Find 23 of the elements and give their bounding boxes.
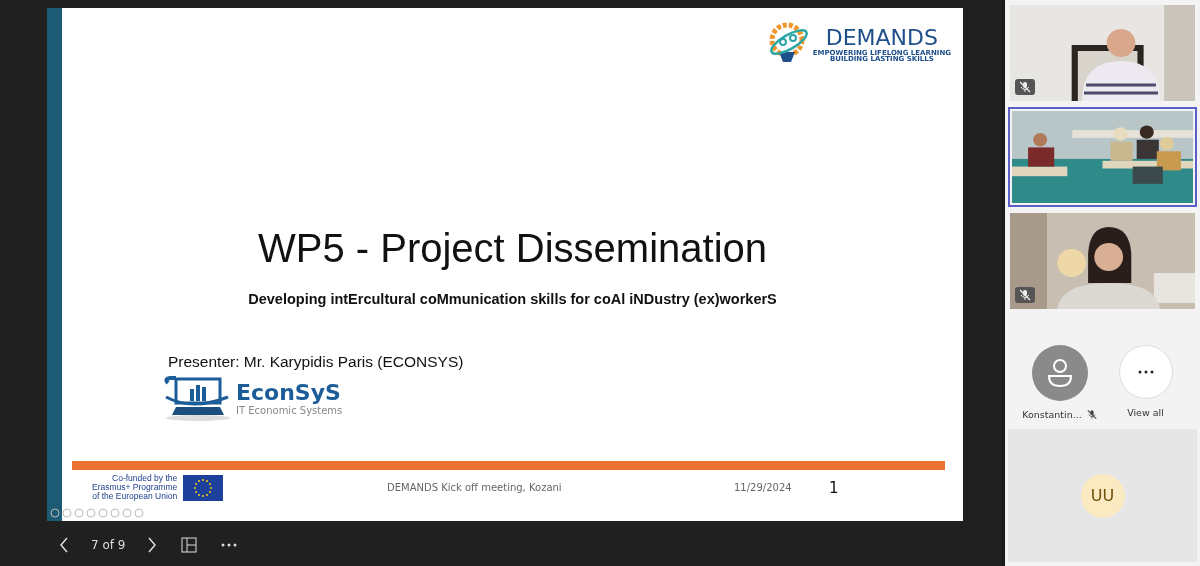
partner-logo-tagline: IT Economic Systems [236, 404, 343, 416]
participant-name: View all [1127, 407, 1164, 418]
muted-mic-icon [1015, 79, 1035, 95]
logo-name: DEMANDS [825, 26, 938, 50]
previous-slide-button[interactable] [57, 535, 71, 555]
funding-note: Co-funded by the Erasmus+ Programme of the European Union [92, 474, 178, 501]
slide-number: 1 [829, 478, 839, 497]
partner-logo-name: EconSyS [236, 380, 342, 405]
slide-date: 11/29/2024 [734, 482, 793, 493]
initials-avatar: UU [1080, 473, 1125, 518]
ellipsis-icon [1137, 370, 1154, 374]
slide-title: WP5 - Project Dissemination [256, 226, 768, 271]
participant-name: Konstantin... [1022, 409, 1082, 420]
presenter-text: Presenter: Mr. Karypidis Paris (ECONSYS) [168, 353, 464, 371]
person-icon [1046, 358, 1073, 388]
muted-mic-icon [1086, 409, 1097, 420]
grid-view-button[interactable] [179, 535, 200, 555]
monitor-icon [162, 375, 232, 421]
eu-flag-icon [183, 474, 224, 501]
slide-subtitle: Developing intErcultural coMmunication skills for coAl iNDustry (ex)workerS [247, 291, 778, 307]
footer-text: DEMANDS Kick off meeting, Kozani [387, 482, 563, 493]
muted-mic-icon [1015, 287, 1035, 303]
page-indicator: 7 of 9 [91, 538, 126, 552]
